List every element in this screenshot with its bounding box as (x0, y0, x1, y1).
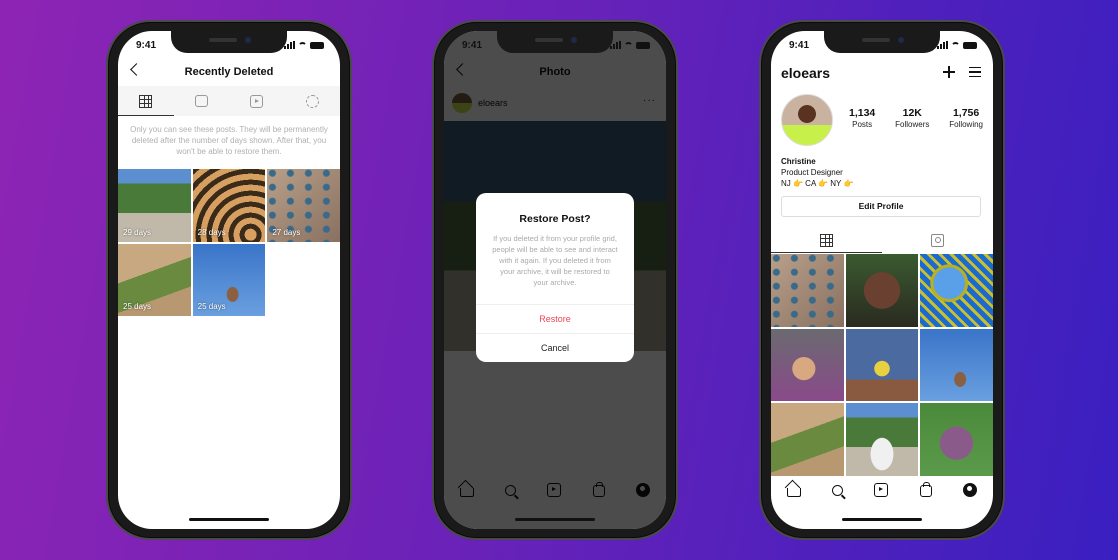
post-tile[interactable] (845, 403, 919, 477)
home-indicator (515, 518, 595, 521)
content-tabs (118, 86, 340, 116)
menu-icon[interactable] (969, 67, 981, 77)
shop-icon[interactable] (919, 482, 932, 497)
phone-restore-dialog: 9:41 Photo eloears ··· Restore Post? If … (432, 20, 678, 540)
bio-places: NJ 👉 CA 👉 NY 👉 (781, 179, 854, 188)
post-tile[interactable] (771, 254, 844, 327)
post-tile[interactable] (920, 403, 993, 476)
days-label: 28 days (197, 227, 226, 237)
deleted-item[interactable]: 27 days (267, 169, 340, 242)
stat-value: 12K (902, 107, 922, 119)
tab-reels[interactable] (229, 86, 285, 116)
home-indicator (189, 518, 269, 521)
deleted-item[interactable]: 29 days (118, 169, 191, 242)
reels-icon[interactable] (874, 483, 889, 497)
post-tile[interactable] (771, 403, 844, 476)
tab-stories[interactable] (285, 86, 341, 116)
stat-posts[interactable]: 1,134 Posts (849, 107, 875, 129)
profile-bio: Christine Product Designer NJ 👉 CA 👉 NY … (781, 156, 853, 189)
back-icon[interactable] (130, 63, 143, 76)
phone-recently-deleted: 9:41 Recently Deleted Only you can see t… (106, 20, 352, 540)
profile-stats: 1,134 Posts 12K Followers 1,756 Following (849, 107, 983, 129)
stat-label: Followers (895, 120, 930, 129)
tab-igtv[interactable] (174, 86, 230, 116)
stat-followers[interactable]: 12K Followers (895, 107, 929, 129)
restore-dialog: Restore Post? If you deleted it from you… (476, 193, 634, 362)
status-time: 9:41 (789, 40, 810, 51)
grid-icon (820, 233, 833, 247)
days-label: 29 days (123, 227, 152, 237)
bio-role: Product Designer (781, 168, 843, 177)
tagged-icon (931, 233, 944, 247)
edit-profile-button[interactable]: Edit Profile (781, 196, 981, 217)
home-indicator (842, 518, 922, 521)
home-icon[interactable] (786, 488, 801, 497)
stat-label: Posts (852, 120, 873, 129)
restore-button[interactable]: Restore (476, 304, 634, 333)
stat-value: 1,134 (849, 107, 876, 119)
dialog-body: If you deleted it from your profile grid… (492, 234, 618, 287)
nav-bar: Recently Deleted (118, 61, 340, 83)
dialog-title: Restore Post? (519, 213, 591, 225)
wifi-icon (624, 41, 633, 49)
screen: 9:41 Photo eloears ··· Restore Post? If … (444, 31, 666, 529)
reels-icon (250, 94, 264, 108)
wifi-icon (951, 41, 960, 49)
tab-posts[interactable] (771, 227, 882, 253)
notch (171, 31, 287, 53)
profile-avatar[interactable] (781, 94, 833, 146)
grid-icon (139, 94, 153, 108)
status-time: 9:41 (462, 40, 483, 51)
bio-name: Christine (781, 157, 816, 166)
deleted-item[interactable]: 25 days (192, 243, 266, 317)
screen: 9:41 Recently Deleted Only you can see t… (118, 31, 340, 529)
profile-tabs (771, 227, 993, 253)
stat-following[interactable]: 1,756 Following (949, 107, 983, 129)
profile-grid (771, 254, 993, 477)
post-tile[interactable] (920, 328, 993, 402)
deleted-item[interactable]: 28 days (192, 169, 266, 242)
info-note: Only you can see these posts. They will … (130, 125, 328, 156)
battery-icon (963, 41, 977, 49)
igtv-icon (194, 95, 208, 107)
stat-value: 1,756 (952, 107, 980, 119)
post-tile[interactable] (920, 254, 993, 327)
screen: 9:41 eloears 1,134 Posts 12K Followers 1,7… (771, 31, 993, 529)
plus-icon[interactable] (943, 66, 955, 78)
phone-profile: 9:41 eloears 1,134 Posts 12K Followers 1,7… (759, 20, 1005, 540)
wifi-icon (298, 41, 307, 49)
post-tile[interactable] (771, 328, 844, 402)
status-time: 9:41 (136, 40, 157, 51)
notch (497, 31, 613, 53)
cancel-button[interactable]: Cancel (476, 333, 634, 362)
tab-posts[interactable] (118, 86, 174, 116)
page-title: Recently Deleted (184, 66, 274, 78)
deleted-item[interactable]: 25 days (118, 243, 191, 317)
notch (824, 31, 940, 53)
stories-icon (305, 94, 319, 108)
tab-tagged[interactable] (882, 227, 993, 253)
battery-icon (310, 41, 324, 49)
days-label: 27 days (272, 227, 301, 237)
battery-icon (636, 41, 650, 49)
deleted-grid: 29 days 28 days 27 days 25 days 25 days (118, 169, 340, 317)
post-tile[interactable] (845, 328, 919, 402)
stat-label: Following (949, 120, 983, 129)
days-label: 25 days (197, 302, 226, 312)
bottom-tab-bar (771, 477, 993, 503)
profile-icon[interactable] (963, 483, 978, 497)
days-label: 25 days (123, 302, 152, 312)
post-tile[interactable] (845, 254, 919, 327)
search-icon[interactable] (832, 484, 844, 496)
profile-username: eloears (781, 65, 831, 81)
